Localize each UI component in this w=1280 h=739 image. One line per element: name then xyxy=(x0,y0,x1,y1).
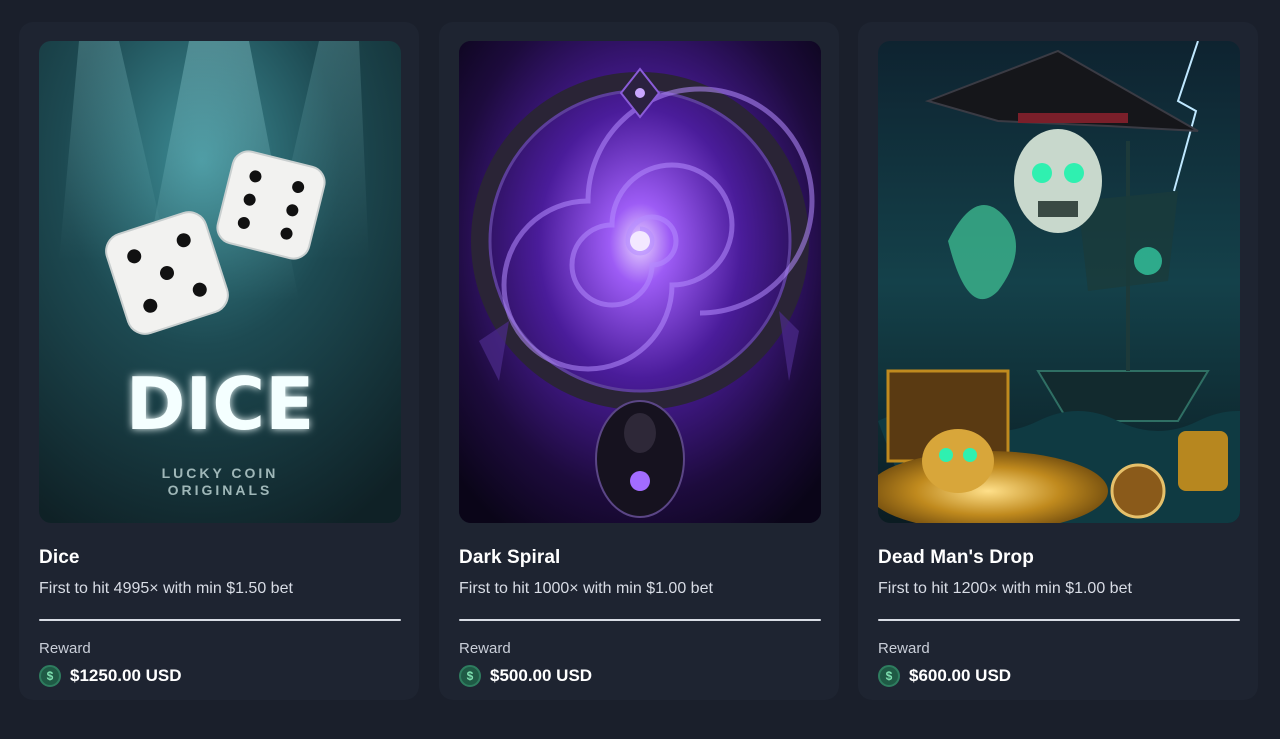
reward-row: $ $600.00 USD xyxy=(878,665,1011,687)
reward-amount: $1250.00 USD xyxy=(70,666,182,685)
game-thumbnail-dice[interactable]: DICE LUCKY COIN ORIGINALS xyxy=(39,41,401,523)
card-title: Dead Man's Drop xyxy=(878,547,1034,568)
dice-art-title: DICE xyxy=(126,362,315,446)
dark-spiral-artwork xyxy=(459,41,821,523)
card-divider xyxy=(459,619,821,621)
reward-label: Reward xyxy=(878,640,930,657)
dollar-coin-icon: $ xyxy=(459,665,481,687)
card-description: First to hit 4995× with min $1.50 bet xyxy=(39,580,293,597)
dead-mans-drop-artwork xyxy=(878,41,1240,523)
reward-label: Reward xyxy=(459,640,511,657)
card-divider xyxy=(878,619,1240,621)
card-divider xyxy=(39,619,401,621)
card-description: First to hit 1200× with min $1.00 bet xyxy=(878,580,1132,597)
dollar-coin-icon: $ xyxy=(878,665,900,687)
game-thumbnail-dark-spiral[interactable] xyxy=(459,41,821,523)
challenges-grid: DICE LUCKY COIN ORIGINALS Dice First to … xyxy=(0,0,1280,739)
dice-art-brand-line1: LUCKY COIN xyxy=(162,465,279,481)
reward-amount: $600.00 USD xyxy=(909,666,1012,685)
card-description: First to hit 1000× with min $1.00 bet xyxy=(459,580,713,597)
reward-amount: $500.00 USD xyxy=(490,666,593,685)
reward-row: $ $500.00 USD xyxy=(459,665,592,687)
dollar-coin-icon: $ xyxy=(39,665,61,687)
coin-symbol: $ xyxy=(46,669,54,683)
card-title: Dice xyxy=(39,547,80,568)
reward-label: Reward xyxy=(39,640,91,657)
coin-symbol: $ xyxy=(466,669,474,683)
challenge-card-dark-spiral[interactable]: Dark Spiral First to hit 1000× with min … xyxy=(439,22,839,700)
game-thumbnail-dead-mans-drop[interactable] xyxy=(878,41,1240,523)
challenge-card-dead-mans-drop[interactable]: Dead Man's Drop First to hit 1200× with … xyxy=(858,22,1258,700)
reward-row: $ $1250.00 USD xyxy=(39,665,182,687)
coin-symbol: $ xyxy=(885,669,893,683)
dice-artwork: DICE LUCKY COIN ORIGINALS xyxy=(39,41,401,523)
dice-art-brand-line2: ORIGINALS xyxy=(168,482,273,498)
challenge-card-dice[interactable]: DICE LUCKY COIN ORIGINALS Dice First to … xyxy=(19,22,419,700)
card-title: Dark Spiral xyxy=(459,547,561,568)
